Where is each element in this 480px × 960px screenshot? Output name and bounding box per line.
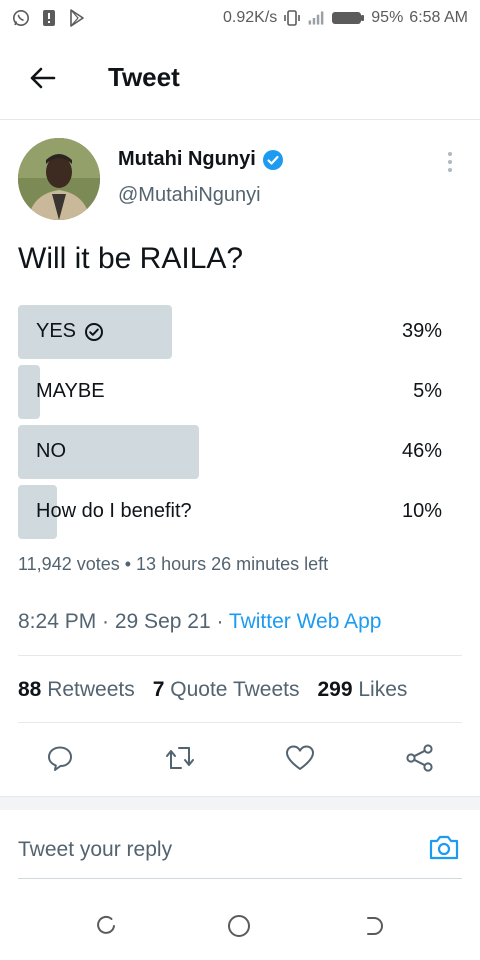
back-nav-button[interactable]: [356, 912, 388, 944]
poll-option: NO 46%: [18, 425, 442, 479]
poll-option-text: MAYBE: [36, 380, 105, 402]
poll-option-text: YES: [36, 320, 77, 342]
likes-label: Likes: [358, 678, 408, 701]
back-button[interactable]: [22, 64, 62, 96]
battery-percent: 95%: [371, 9, 404, 26]
section-separator: [0, 796, 480, 810]
likes-count: 299: [317, 678, 353, 701]
more-dot: [448, 168, 452, 172]
recents-button[interactable]: [90, 912, 122, 944]
poll-option: How do I benefit? 10%: [18, 485, 442, 539]
camera-icon: [428, 833, 460, 866]
poll-meta: 11,942 votes • 13 hours 26 minutes left: [18, 554, 329, 574]
poll-option-text: How do I benefit?: [36, 500, 192, 522]
retweets-stat[interactable]: 88 Retweets: [18, 678, 135, 702]
like-icon: [285, 744, 315, 777]
back-nav-icon: [360, 914, 384, 943]
timestamp-text: 8:24 PM · 29 Sep 21 ·: [18, 610, 229, 633]
display-name-text: Mutahi Ngunyi: [118, 148, 256, 170]
likes-stat[interactable]: 299 Likes: [317, 678, 407, 702]
poll-option-percent: 46%: [401, 440, 442, 462]
engagement-stats: 88 Retweets 7 Quote Tweets 299 Likes: [18, 678, 407, 702]
share-icon: [405, 743, 435, 777]
display-name[interactable]: Mutahi Ngunyi: [118, 148, 284, 171]
poll-option-percent: 10%: [401, 500, 442, 522]
vibrate-icon: [283, 9, 301, 27]
play-store-icon: [68, 9, 86, 27]
recents-icon: [94, 914, 118, 943]
poll-option-label: How do I benefit?: [36, 500, 192, 523]
poll-option-label: MAYBE: [36, 380, 105, 403]
network-speed: 0.92K/s: [223, 9, 278, 26]
tweet-timestamp: 8:24 PM · 29 Sep 21 · Twitter Web App: [18, 610, 381, 634]
header: Tweet: [0, 50, 480, 108]
more-dot: [448, 160, 452, 164]
quote-tweets-label: Quote Tweets: [170, 678, 300, 701]
battery-icon: [331, 9, 365, 27]
status-right: 0.92K/s 95% 6:58 AM: [223, 9, 468, 27]
divider: [18, 722, 462, 723]
share-button[interactable]: [404, 743, 436, 777]
reply-input[interactable]: [18, 830, 398, 870]
check-circle-icon: [84, 322, 104, 342]
home-button[interactable]: [223, 912, 255, 944]
poll-option-text: NO: [36, 440, 66, 462]
poll-option: YES 39%: [18, 305, 442, 359]
status-bar: 0.92K/s 95% 6:58 AM: [0, 0, 480, 36]
sim-alert-icon: [40, 9, 58, 27]
tweet-text: Will it be RAILA?: [18, 242, 244, 275]
header-divider: [0, 119, 480, 120]
retweets-count: 88: [18, 678, 42, 701]
user-handle[interactable]: @MutahiNgunyi: [118, 184, 261, 207]
source-link[interactable]: Twitter Web App: [229, 610, 382, 633]
poll-option-label: NO: [36, 440, 66, 463]
reply-button[interactable]: [44, 744, 76, 776]
reply-underline: [18, 878, 462, 879]
home-circle-icon: [226, 913, 252, 944]
whatsapp-icon: [12, 9, 30, 27]
retweet-icon: [164, 744, 196, 777]
retweet-button[interactable]: [164, 744, 196, 776]
more-options-button[interactable]: [440, 150, 460, 174]
avatar[interactable]: [18, 138, 100, 220]
camera-button[interactable]: [426, 832, 462, 866]
more-dot: [448, 152, 452, 156]
status-left: [12, 9, 86, 27]
divider: [18, 655, 462, 656]
quote-tweets-stat[interactable]: 7 Quote Tweets: [153, 678, 300, 702]
poll-option: MAYBE 5%: [18, 365, 442, 419]
system-nav-bar: [0, 896, 480, 960]
quote-tweets-count: 7: [152, 678, 165, 701]
arrow-left-icon: [28, 66, 56, 95]
reply-icon: [46, 744, 74, 777]
poll-option-label: YES: [36, 320, 104, 343]
poll-option-percent: 5%: [413, 380, 442, 402]
poll-option-percent: 39%: [401, 320, 442, 342]
like-button[interactable]: [284, 744, 316, 776]
page-title: Tweet: [108, 62, 180, 92]
clock: 6:58 AM: [409, 9, 468, 26]
verified-badge-icon: [262, 149, 284, 171]
retweets-label: Retweets: [47, 678, 135, 701]
signal-icon: [307, 9, 325, 27]
tweet-actions: [0, 738, 480, 782]
